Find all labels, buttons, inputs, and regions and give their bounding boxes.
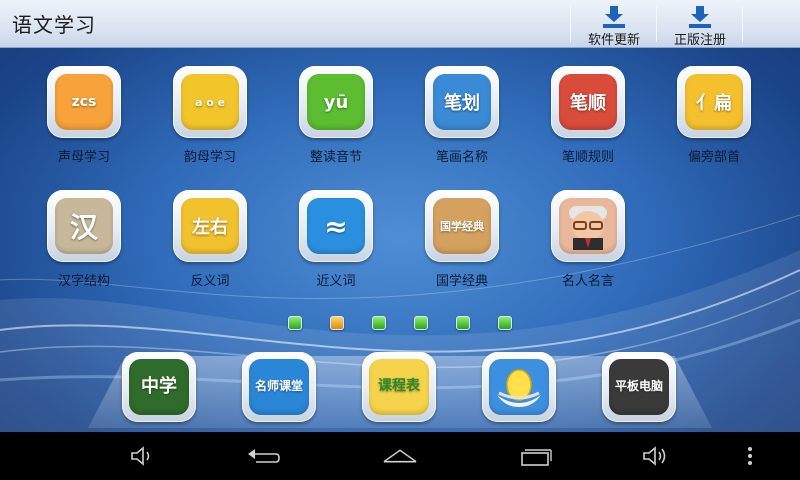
app-tile: ≈ — [299, 190, 373, 262]
download-icon — [603, 6, 625, 28]
dock-middle-school[interactable]: 中学 — [122, 352, 196, 422]
register-button[interactable]: 正版注册 — [657, 0, 743, 48]
page-dot-active[interactable] — [330, 316, 344, 330]
dock-timetable[interactable]: 课程表 — [362, 352, 436, 422]
app-radicals[interactable]: 亻扁 偏旁部首 — [660, 66, 768, 178]
header-divider — [742, 6, 743, 42]
volume-up-icon — [643, 446, 666, 466]
stroke-names-icon: 笔划 — [433, 74, 491, 130]
app-famous-person[interactable]: 名人名言 — [534, 190, 642, 302]
register-label: 正版注册 — [673, 33, 726, 48]
app-label: 整读音节 — [309, 150, 362, 165]
app-initials[interactable]: zcs 声母学习 — [30, 66, 138, 178]
download-icon — [689, 6, 711, 28]
middle-school-icon: 中学 — [129, 359, 189, 415]
home-icon — [383, 449, 417, 463]
app-tile: a o e — [173, 66, 247, 138]
dock-egg-nest[interactable] — [482, 352, 556, 422]
app-tile: 左右 — [173, 190, 247, 262]
app-label: 偏旁部首 — [687, 150, 740, 165]
overflow-menu-icon — [748, 447, 752, 465]
volume-down-button[interactable] — [124, 440, 160, 472]
app-synonyms[interactable]: ≈ 近义词 — [282, 190, 390, 302]
back-icon — [248, 449, 280, 463]
software-update-label: 软件更新 — [587, 33, 640, 48]
app-tile: yū — [299, 66, 373, 138]
app-stroke-names[interactable]: 笔划 笔画名称 — [408, 66, 516, 178]
stroke-order-icon: 笔顺 — [559, 74, 617, 130]
dock-tile: 中学 — [122, 352, 196, 422]
classics-book-icon: 国学经典 — [433, 198, 491, 254]
home-button[interactable] — [382, 440, 418, 472]
app-finals[interactable]: a o e 韵母学习 — [156, 66, 264, 178]
launcher-screen: 语文学习 软件更新 正版注册 zcs 声母学习 a o e 韵母学习 yū 整读音节 笔划笔… — [0, 0, 800, 432]
tablet-pc-icon: 平板电脑 — [609, 359, 669, 415]
recent-apps-icon — [521, 449, 552, 466]
syllables-icon: yū — [307, 74, 365, 130]
antonyms-icon: 左右 — [181, 198, 239, 254]
app-tile: 笔划 — [425, 66, 499, 138]
app-label: 韵母学习 — [183, 150, 236, 165]
overflow-menu-button[interactable] — [732, 440, 768, 472]
back-button[interactable] — [246, 440, 282, 472]
app-label: 声母学习 — [57, 150, 110, 165]
page-dot[interactable] — [288, 316, 302, 330]
app-tile — [551, 190, 625, 262]
app-stroke-order[interactable]: 笔顺 笔顺规则 — [534, 66, 642, 178]
page-dot[interactable] — [372, 316, 386, 330]
app-label: 笔画名称 — [435, 150, 488, 165]
finals-icon: a o e — [181, 74, 239, 130]
radicals-icon: 亻扁 — [685, 74, 743, 130]
initials-icon: zcs — [55, 74, 113, 130]
app-label: 笔顺规则 — [561, 150, 614, 165]
app-label: 名人名言 — [561, 274, 614, 289]
page-dot[interactable] — [498, 316, 512, 330]
app-antonyms[interactable]: 左右 反义词 — [156, 190, 264, 302]
famous-teacher-class-icon: 名师课堂 — [249, 359, 309, 415]
dock-tile: 名师课堂 — [242, 352, 316, 422]
synonyms-icon: ≈ — [307, 198, 365, 254]
dock-famous-teacher-class[interactable]: 名师课堂 — [242, 352, 316, 422]
famous-person-icon — [559, 198, 617, 254]
dock-tile — [482, 352, 556, 422]
dock-tile: 平板电脑 — [602, 352, 676, 422]
app-label: 国学经典 — [435, 274, 488, 289]
app-tile: 汉 — [47, 190, 121, 262]
software-update-button[interactable]: 软件更新 — [571, 0, 657, 48]
app-label: 反义词 — [190, 274, 230, 289]
app-label: 近义词 — [316, 274, 356, 289]
page-dot[interactable] — [414, 316, 428, 330]
timetable-icon: 课程表 — [369, 359, 429, 415]
system-navigation-bar — [0, 432, 800, 480]
volume-down-icon — [131, 446, 150, 466]
recent-apps-button[interactable] — [518, 440, 554, 472]
volume-up-button[interactable] — [638, 440, 674, 472]
title-bar: 语文学习 软件更新 正版注册 — [0, 0, 800, 48]
app-tile: 笔顺 — [551, 66, 625, 138]
egg-nest-icon — [489, 359, 549, 415]
app-classics-book[interactable]: 国学经典 国学经典 — [408, 190, 516, 302]
app-tile: 亻扁 — [677, 66, 751, 138]
page-title: 语文学习 — [12, 13, 96, 37]
app-tile: zcs — [47, 66, 121, 138]
dock-tile: 课程表 — [362, 352, 436, 422]
app-label: 汉字结构 — [57, 274, 110, 289]
app-tile: 国学经典 — [425, 190, 499, 262]
app-character-structure[interactable]: 汉汉字结构 — [30, 190, 138, 302]
character-structure-icon: 汉 — [55, 198, 113, 254]
dock-tablet-pc[interactable]: 平板电脑 — [602, 352, 676, 422]
app-syllables[interactable]: yū 整读音节 — [282, 66, 390, 178]
page-dot[interactable] — [456, 316, 470, 330]
